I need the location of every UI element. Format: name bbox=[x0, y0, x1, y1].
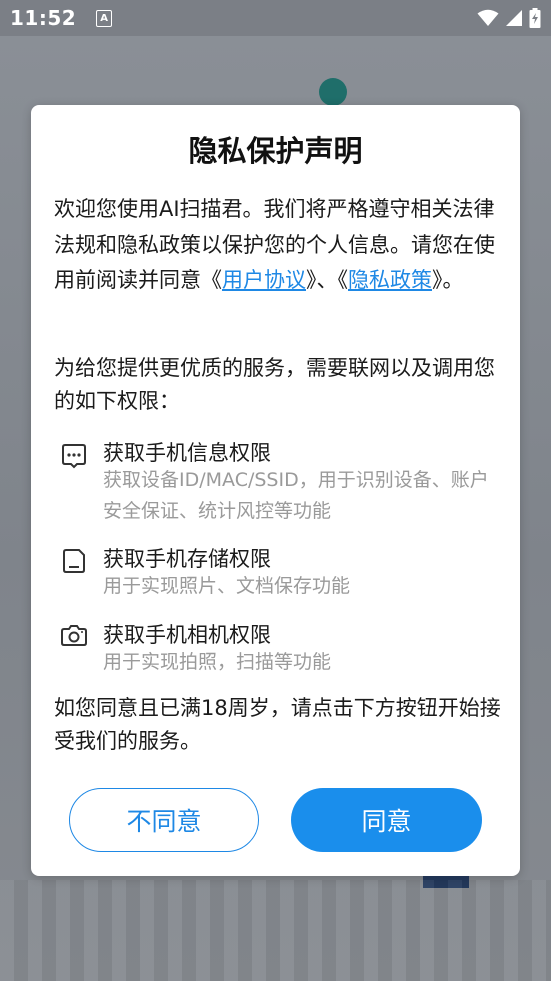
user-agreement-link[interactable]: 用户协议 bbox=[222, 268, 306, 292]
dialog-title: 隐私保护声明 bbox=[188, 134, 363, 168]
status-time: 11:52 bbox=[10, 6, 77, 30]
permission-item-camera: 获取手机相机权限 用于实现拍照，扫描等功能 bbox=[54, 619, 494, 679]
permission-item-storage: 获取手机存储权限 用于实现照片、文档保存功能 bbox=[54, 543, 494, 603]
consent-closing-text: 如您同意且已满18周岁，请点击下方按钮开始接受我们的服务。 bbox=[54, 696, 501, 753]
permission-item-phone-info: 获取手机信息权限 获取设备ID/MAC/SSID，用于识别设备、账户安全保证、统… bbox=[54, 437, 494, 529]
permission-title: 获取手机相机权限 bbox=[103, 623, 271, 647]
background-pattern bbox=[0, 880, 551, 981]
screen: 11:52 A 隐私保护声明 欢迎您使用AI扫描君。我们将严格遵守相关法律法规和… bbox=[0, 0, 551, 981]
intro-text-3: 》。 bbox=[432, 268, 464, 292]
permission-intro-text: 为给您提供更优质的服务，需要联网以及调用您的如下权限： bbox=[54, 356, 495, 413]
status-bar: 11:52 A bbox=[0, 0, 551, 36]
privacy-intro-text: 欢迎您使用AI扫描君。我们将严格遵守相关法律法规和隐私政策以保护您的个人信息。请… bbox=[54, 192, 504, 299]
battery-charging-icon bbox=[529, 8, 541, 28]
signal-icon bbox=[506, 10, 522, 26]
privacy-policy-link[interactable]: 隐私政策 bbox=[348, 268, 432, 292]
permission-description: 获取设备ID/MAC/SSID，用于识别设备、账户安全保证、统计风控等功能 bbox=[103, 469, 489, 522]
accept-button[interactable]: 同意 bbox=[291, 788, 482, 852]
permission-description: 用于实现拍照，扫描等功能 bbox=[103, 651, 332, 673]
permission-description: 用于实现照片、文档保存功能 bbox=[103, 575, 351, 597]
decline-button[interactable]: 不同意 bbox=[69, 788, 259, 852]
intro-text-2: 》、《 bbox=[306, 268, 348, 292]
phone-info-icon bbox=[62, 444, 86, 469]
wifi-icon bbox=[477, 9, 499, 26]
permission-title: 获取手机存储权限 bbox=[103, 547, 271, 571]
camera-icon bbox=[61, 625, 87, 646]
notification-icon: A bbox=[96, 9, 113, 27]
storage-icon bbox=[63, 549, 85, 573]
background-indicator-dot bbox=[319, 78, 347, 106]
permission-title: 获取手机信息权限 bbox=[103, 441, 271, 465]
